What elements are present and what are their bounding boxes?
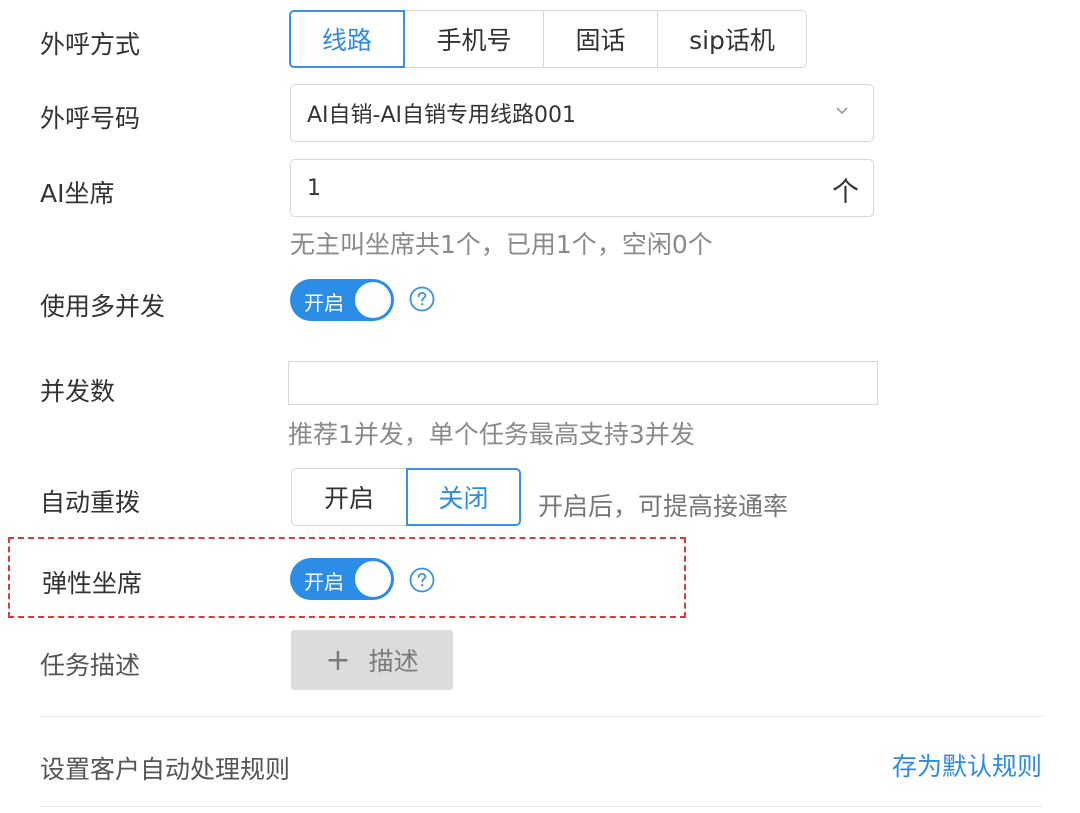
call-method-option-line[interactable]: 线路 <box>289 10 405 68</box>
multi-concurrency-toggle-text: 开启 <box>304 291 344 315</box>
help-icon[interactable] <box>409 567 435 593</box>
ai-seat-value: 1 <box>307 175 321 201</box>
auto-redial-option-off[interactable]: 关闭 <box>406 468 521 526</box>
call-number-label: 外呼号码 <box>40 104 141 133</box>
call-method-option-mobile[interactable]: 手机号 <box>404 10 544 68</box>
task-desc-label: 任务描述 <box>40 651 141 680</box>
chevron-down-icon <box>836 107 848 115</box>
concurrency-count-label: 并发数 <box>40 377 116 406</box>
toggle-knob <box>355 561 391 597</box>
call-method-label: 外呼方式 <box>40 30 141 59</box>
call-number-select[interactable]: AI自销-AI自销专用线路001 <box>290 84 874 142</box>
ai-seat-hint: 无主叫坐席共1个，已用1个，空闲0个 <box>290 230 713 259</box>
call-method-option-landline[interactable]: 固话 <box>543 10 658 68</box>
multi-concurrency-toggle[interactable]: 开启 <box>290 279 394 321</box>
divider <box>40 806 1042 807</box>
call-method-option-sip[interactable]: sip话机 <box>657 10 807 68</box>
auto-redial-hint: 开启后，可提高接通率 <box>538 492 789 521</box>
elastic-seat-toggle[interactable]: 开启 <box>290 558 394 600</box>
multi-concurrency-label: 使用多并发 <box>40 292 166 321</box>
ai-seat-input[interactable]: 1 个 <box>290 159 874 217</box>
toggle-knob <box>355 282 391 318</box>
auto-redial-label: 自动重拨 <box>40 488 141 517</box>
ai-seat-label: AI坐席 <box>40 179 115 208</box>
elastic-seat-label: 弹性坐席 <box>42 569 143 598</box>
concurrency-count-input[interactable] <box>288 361 878 405</box>
concurrency-count-hint: 推荐1并发，单个任务最高支持3并发 <box>288 420 695 449</box>
add-description-label: 描述 <box>368 647 419 676</box>
auto-redial-option-on[interactable]: 开启 <box>291 468 407 526</box>
elastic-seat-toggle-text: 开启 <box>304 570 344 594</box>
call-method-segmented: 线路 手机号 固话 sip话机 <box>289 10 807 68</box>
auto-redial-segmented: 开启 关闭 <box>291 468 521 526</box>
ai-seat-unit: 个 <box>832 177 859 208</box>
call-number-value: AI自销-AI自销专用线路001 <box>307 103 577 128</box>
divider <box>40 716 1042 717</box>
save-default-rule-link[interactable]: 存为默认规则 <box>892 747 1042 783</box>
add-description-button[interactable]: + 描述 <box>291 630 453 690</box>
help-icon[interactable] <box>409 286 435 312</box>
rules-title: 设置客户自动处理规则 <box>40 755 291 784</box>
plus-icon: + <box>325 642 351 678</box>
